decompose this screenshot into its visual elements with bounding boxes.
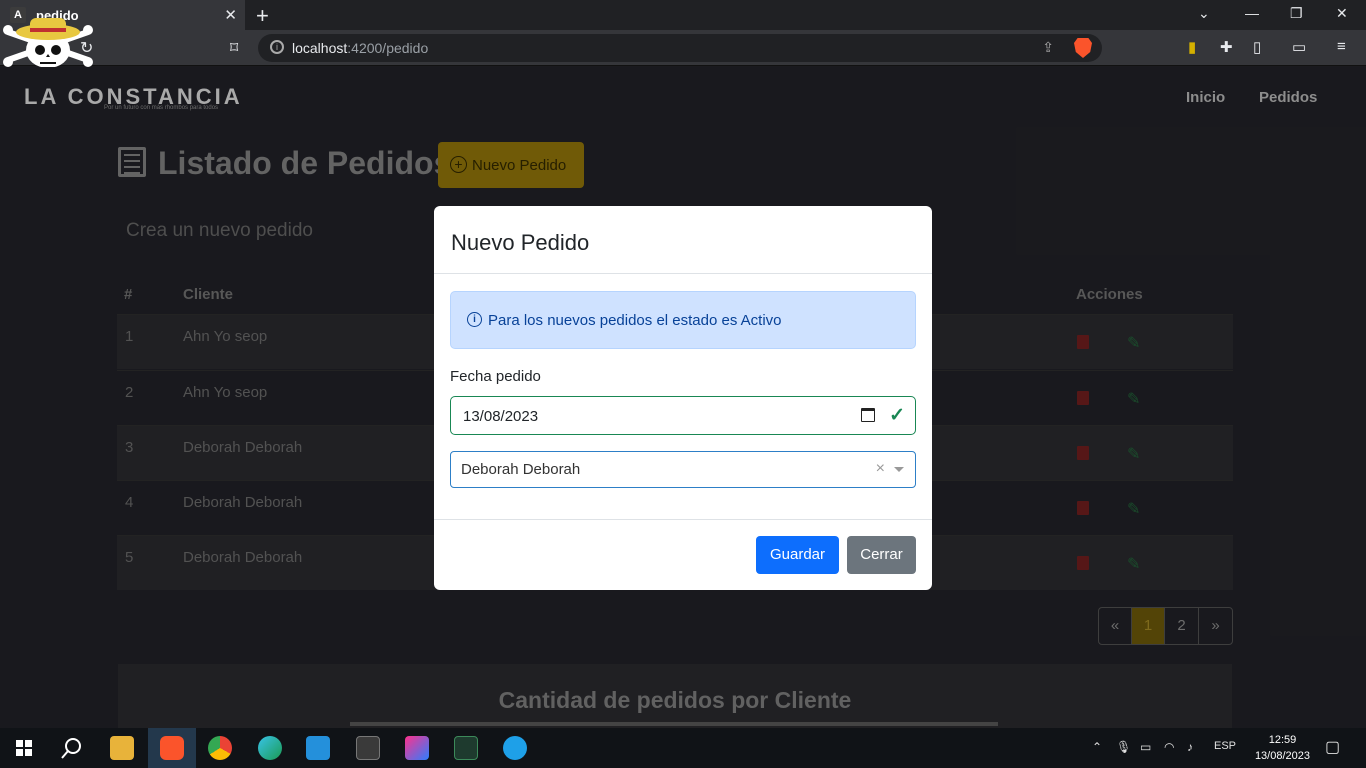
page-content: LA CONSTANCIA Por un futuro con más rhom… — [0, 67, 1366, 728]
chrome-icon[interactable] — [208, 736, 232, 760]
browser-toolbar: ↻ ⌑ i localhost:4200/pedido ⇪ ▮ ✚ ▯ ▭ ≡ — [0, 30, 1366, 66]
volume-icon[interactable]: ♪ — [1187, 740, 1193, 754]
new-order-modal: Nuevo Pedido i Para los nuevos pedidos e… — [434, 206, 932, 590]
share-icon[interactable]: ⇪ — [1042, 39, 1054, 56]
client-select[interactable]: Deborah Deborah × — [450, 451, 916, 488]
wifi-icon[interactable]: ◠ — [1164, 740, 1174, 754]
windows-taskbar: ⌃ 🎙 ▭ ◠ ♪ ESP 12:59 13/08/2023 ▢ — [0, 728, 1366, 768]
close-window-button[interactable]: ✕ — [1336, 5, 1348, 22]
address-bar[interactable]: i localhost:4200/pedido ⇪ — [258, 34, 1102, 62]
notifications-icon[interactable]: ▢ — [1325, 737, 1340, 757]
windows-start-icon[interactable] — [16, 740, 32, 756]
tab-close-icon[interactable]: ✕ — [224, 6, 237, 24]
info-alert: i Para los nuevos pedidos el estado es A… — [450, 291, 916, 349]
save-button[interactable]: Guardar — [756, 536, 839, 574]
dropdown-arrow-icon[interactable] — [894, 467, 904, 472]
site-info-icon[interactable]: i — [270, 40, 284, 54]
modal-divider — [434, 519, 932, 520]
new-tab-button[interactable]: + — [256, 3, 269, 29]
sidebar-icon[interactable]: ▯ — [1253, 38, 1261, 56]
brave-browser-icon[interactable] — [160, 736, 184, 760]
date-field[interactable]: 13/08/2023 ✓ — [450, 396, 916, 435]
browser-tabbar: A pedido ✕ + ⌄ — ❐ ✕ — [0, 0, 1366, 30]
edge-icon[interactable] — [258, 736, 282, 760]
jetbrains-icon[interactable] — [405, 736, 429, 760]
client-select-value: Deborah Deborah — [461, 461, 581, 478]
sourcetree-icon[interactable] — [454, 736, 478, 760]
app-icon[interactable] — [503, 736, 527, 760]
terminal-icon[interactable] — [356, 736, 380, 760]
calendar-icon[interactable] — [861, 408, 875, 422]
date-label: Fecha pedido — [450, 368, 541, 385]
tab-list-chevron-icon[interactable]: ⌄ — [1198, 5, 1210, 22]
info-circle-icon: i — [467, 312, 482, 327]
bookmark-icon[interactable]: ⌑ — [230, 38, 238, 58]
menu-icon[interactable]: ≡ — [1337, 38, 1346, 55]
alert-text: Para los nuevos pedidos el estado es Act… — [488, 312, 782, 329]
clear-selection-icon[interactable]: × — [876, 460, 885, 478]
tray-chevron-icon[interactable]: ⌃ — [1092, 740, 1102, 754]
brave-shields-icon[interactable] — [1074, 38, 1092, 58]
url-text: localhost:4200/pedido — [292, 40, 429, 56]
battery-icon[interactable]: ▭ — [1140, 740, 1151, 754]
wallet-extension-icon[interactable]: ▮ — [1188, 38, 1196, 56]
close-button[interactable]: Cerrar — [847, 536, 916, 574]
language-indicator[interactable]: ESP — [1214, 740, 1236, 752]
system-clock[interactable]: 12:59 13/08/2023 — [1255, 732, 1310, 764]
microphone-icon[interactable]: 🎙 — [1116, 740, 1131, 754]
file-explorer-icon[interactable] — [110, 736, 134, 760]
date-value: 13/08/2023 — [463, 408, 539, 425]
minimize-button[interactable]: — — [1245, 5, 1259, 21]
search-icon[interactable] — [61, 737, 83, 759]
skull-logo-icon — [3, 18, 93, 68]
modal-title: Nuevo Pedido — [451, 230, 590, 255]
vscode-icon[interactable] — [306, 736, 330, 760]
extensions-puzzle-icon[interactable]: ✚ — [1220, 38, 1233, 56]
restore-button[interactable]: ❐ — [1290, 5, 1303, 22]
wallet-icon[interactable]: ▭ — [1292, 38, 1306, 56]
valid-check-icon: ✓ — [889, 405, 905, 426]
modal-divider — [434, 273, 932, 274]
